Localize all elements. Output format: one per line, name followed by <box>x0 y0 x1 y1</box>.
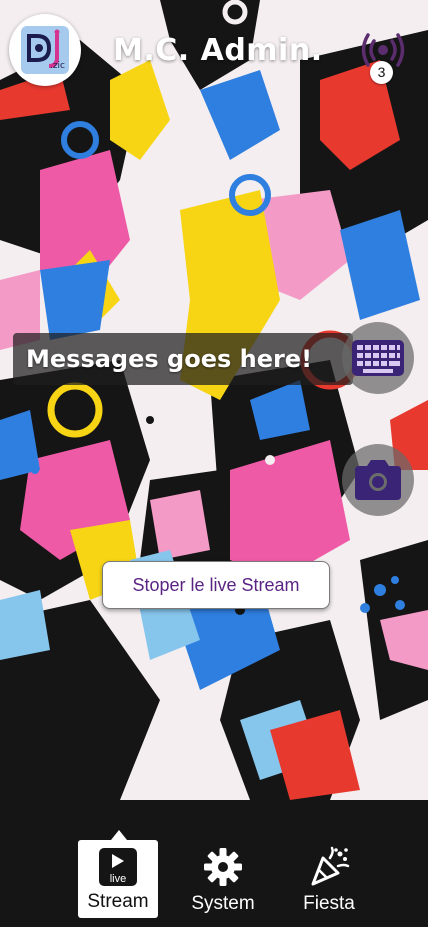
stop-live-stream-button[interactable]: Stoper le live Stream <box>102 561 330 609</box>
background-artwork <box>0 0 428 800</box>
keyboard-button[interactable] <box>342 322 414 394</box>
camera-button[interactable] <box>342 444 414 516</box>
party-popper-icon <box>311 846 350 886</box>
nav-tab-system[interactable]: System <box>183 840 263 918</box>
nav-tab-fiesta[interactable]: Fiesta <box>289 840 369 918</box>
message-text: Messages goes here! <box>26 345 313 373</box>
gear-icon <box>204 848 242 886</box>
live-badge-text: live <box>110 873 127 885</box>
logo-text: .zic <box>49 61 65 71</box>
camera-icon <box>355 460 401 500</box>
dj-logo-icon: .zic <box>21 26 69 74</box>
nav-label-system: System <box>191 893 255 914</box>
bottom-nav: live Stream System Fiesta <box>0 800 428 927</box>
app-title: M.C. Admin. <box>113 33 323 68</box>
nav-tab-stream[interactable]: live Stream <box>78 830 158 918</box>
nav-label-fiesta: Fiesta <box>303 893 355 914</box>
message-bar: Messages goes here! <box>13 333 353 385</box>
app-logo[interactable]: .zic <box>9 14 81 86</box>
broadcast-count-badge: 3 <box>370 61 393 84</box>
live-play-icon: live <box>99 848 137 886</box>
nav-label-stream: Stream <box>87 891 149 912</box>
keyboard-icon <box>352 340 404 376</box>
